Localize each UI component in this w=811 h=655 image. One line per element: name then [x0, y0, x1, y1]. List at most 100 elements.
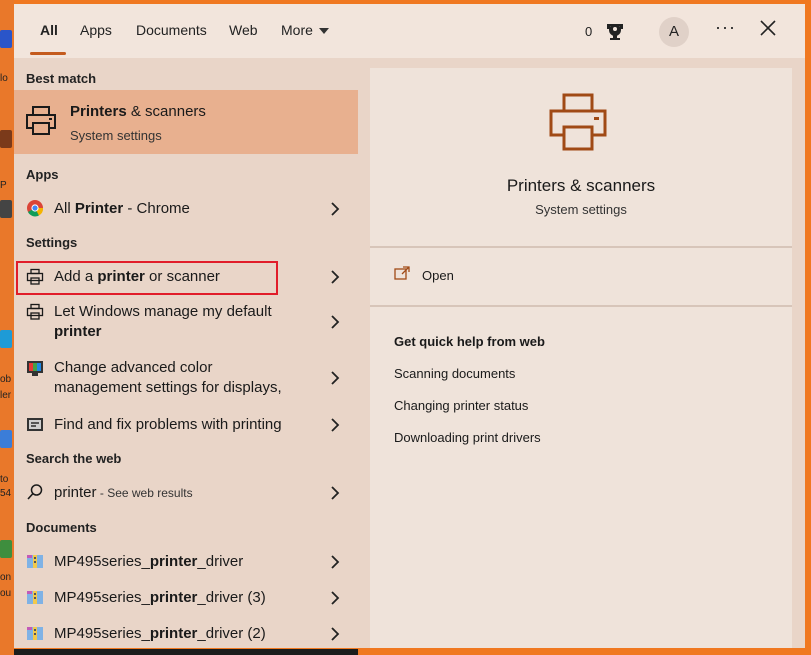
desktop-label-fragment: ler: [0, 390, 12, 401]
open-external-icon: [394, 266, 410, 280]
app-label-post: - Chrome: [123, 200, 190, 217]
setting-label: Find and fix problems with printing: [54, 416, 282, 433]
compressed-file-icon: [27, 591, 43, 604]
troubleshoot-icon: [27, 418, 43, 431]
document-label-post: _driver (2): [197, 625, 266, 642]
desktop-label-fragment: ob: [0, 374, 12, 385]
tab-more-label: More: [281, 22, 313, 38]
document-result[interactable]: MP495series_printer_driver: [14, 546, 358, 578]
more-options-icon[interactable]: ···: [715, 17, 736, 38]
active-tab-indicator: [30, 52, 66, 55]
chevron-right-icon[interactable]: [330, 418, 340, 432]
chevron-right-icon[interactable]: [330, 591, 340, 605]
compressed-file-icon: [27, 555, 43, 568]
setting-result-color-management[interactable]: Change advanced color management setting…: [14, 356, 358, 400]
section-heading-best-match: Best match: [26, 71, 97, 86]
preview-pane: Printers & scanners System settings Open…: [370, 68, 792, 648]
printer-icon: [26, 106, 56, 135]
desktop-label-fragment: P: [0, 180, 7, 191]
tab-all[interactable]: All: [40, 22, 58, 38]
preview-subtitle: System settings: [535, 202, 627, 217]
chrome-icon: [27, 200, 44, 217]
best-match-subtitle: System settings: [70, 128, 162, 143]
desktop-icon: [0, 200, 12, 218]
app-label-pre: All: [54, 200, 75, 217]
chevron-right-icon[interactable]: [330, 627, 340, 641]
chevron-right-icon[interactable]: [330, 555, 340, 569]
web-result-label: printer - See web results: [54, 483, 299, 503]
document-result[interactable]: MP495series_printer_driver (3): [14, 582, 358, 614]
best-match-title: Printers & scanners: [70, 103, 206, 120]
document-label: MP495series_printer_driver (2): [54, 624, 299, 644]
chevron-right-icon[interactable]: [330, 486, 340, 500]
web-query: printer: [54, 484, 97, 501]
avatar[interactable]: A: [659, 17, 689, 47]
document-label-bold: printer: [149, 625, 198, 642]
color-management-icon: [27, 361, 43, 376]
compressed-file-icon: [27, 627, 43, 640]
section-heading-web: Search the web: [26, 451, 122, 466]
desktop-label-fragment: to: [0, 474, 9, 485]
document-label-pre: MP495series_: [54, 553, 150, 570]
tab-more[interactable]: More: [281, 22, 329, 38]
best-match-title-rest: & scanners: [126, 103, 206, 120]
search-icon: [27, 484, 43, 500]
setting-label: Let Windows manage my default printer: [54, 302, 299, 342]
setting-result-default-printer[interactable]: Let Windows manage my default printer: [14, 300, 358, 344]
document-label-post: _driver (3): [197, 589, 266, 606]
chevron-right-icon[interactable]: [330, 270, 340, 284]
document-label: MP495series_printer_driver: [54, 552, 299, 572]
desktop-label-fragment: lo: [0, 73, 8, 84]
setting-label: Change advanced color management setting…: [54, 359, 282, 396]
web-search-result[interactable]: printer - See web results: [14, 478, 358, 506]
divider: [370, 305, 792, 307]
preview-title: Printers & scanners: [506, 176, 656, 195]
close-icon[interactable]: [757, 17, 779, 39]
trophy-icon[interactable]: [602, 18, 628, 44]
tab-documents[interactable]: Documents: [136, 22, 207, 38]
results-list: Best match Printers & scanners System se…: [14, 58, 358, 648]
setting-label-bold: printer: [54, 323, 102, 340]
printer-icon: [26, 303, 44, 320]
section-heading-documents: Documents: [26, 520, 97, 535]
document-label-post: _driver: [197, 553, 244, 570]
chevron-right-icon[interactable]: [330, 315, 340, 329]
document-label-bold: printer: [149, 589, 198, 606]
desktop-icon: [0, 330, 12, 348]
app-result-chrome[interactable]: All Printer - Chrome: [14, 194, 358, 222]
search-panel: All Apps Documents Web More 0 A ··· Best…: [14, 4, 805, 648]
document-result[interactable]: MP495series_printer_driver (2): [14, 618, 358, 648]
document-label-pre: MP495series_: [54, 589, 150, 606]
quick-help-heading: Get quick help from web: [394, 334, 545, 349]
tab-apps[interactable]: Apps: [80, 22, 112, 38]
desktop-icon: [0, 430, 12, 448]
setting-result-troubleshoot[interactable]: Find and fix problems with printing: [14, 412, 358, 440]
best-match-title-bold: Printers: [70, 103, 127, 120]
help-link[interactable]: Changing printer status: [394, 398, 528, 413]
app-label-bold: Printer: [74, 200, 124, 217]
tab-web[interactable]: Web: [229, 22, 258, 38]
desktop-label-fragment: ou: [0, 588, 12, 599]
divider: [370, 246, 792, 248]
rewards-count: 0: [585, 24, 593, 39]
desktop-label-fragment: on: [0, 572, 12, 583]
setting-label-pre: Let Windows manage my default: [54, 303, 272, 320]
desktop-background: lo P ob ler to 54 on ou: [0, 0, 14, 655]
web-result-suffix: - See web results: [96, 486, 193, 500]
desktop-label-fragment: 54: [0, 488, 12, 499]
chevron-right-icon[interactable]: [330, 371, 340, 385]
document-label: MP495series_printer_driver (3): [54, 588, 299, 608]
chevron-down-icon: [318, 28, 329, 35]
chevron-right-icon[interactable]: [330, 202, 340, 216]
taskbar-edge: [14, 649, 358, 655]
help-link[interactable]: Scanning documents: [394, 366, 515, 381]
best-match-result[interactable]: Printers & scanners System settings: [14, 90, 358, 154]
desktop-icon: [0, 30, 12, 48]
section-heading-apps: Apps: [26, 167, 59, 182]
desktop-icon: [0, 130, 12, 148]
highlight-annotation-box: [16, 261, 278, 295]
app-result-label: All Printer - Chrome: [54, 199, 299, 219]
help-link[interactable]: Downloading print drivers: [394, 430, 541, 445]
open-label: Open: [422, 268, 454, 283]
printer-icon: [549, 93, 607, 151]
